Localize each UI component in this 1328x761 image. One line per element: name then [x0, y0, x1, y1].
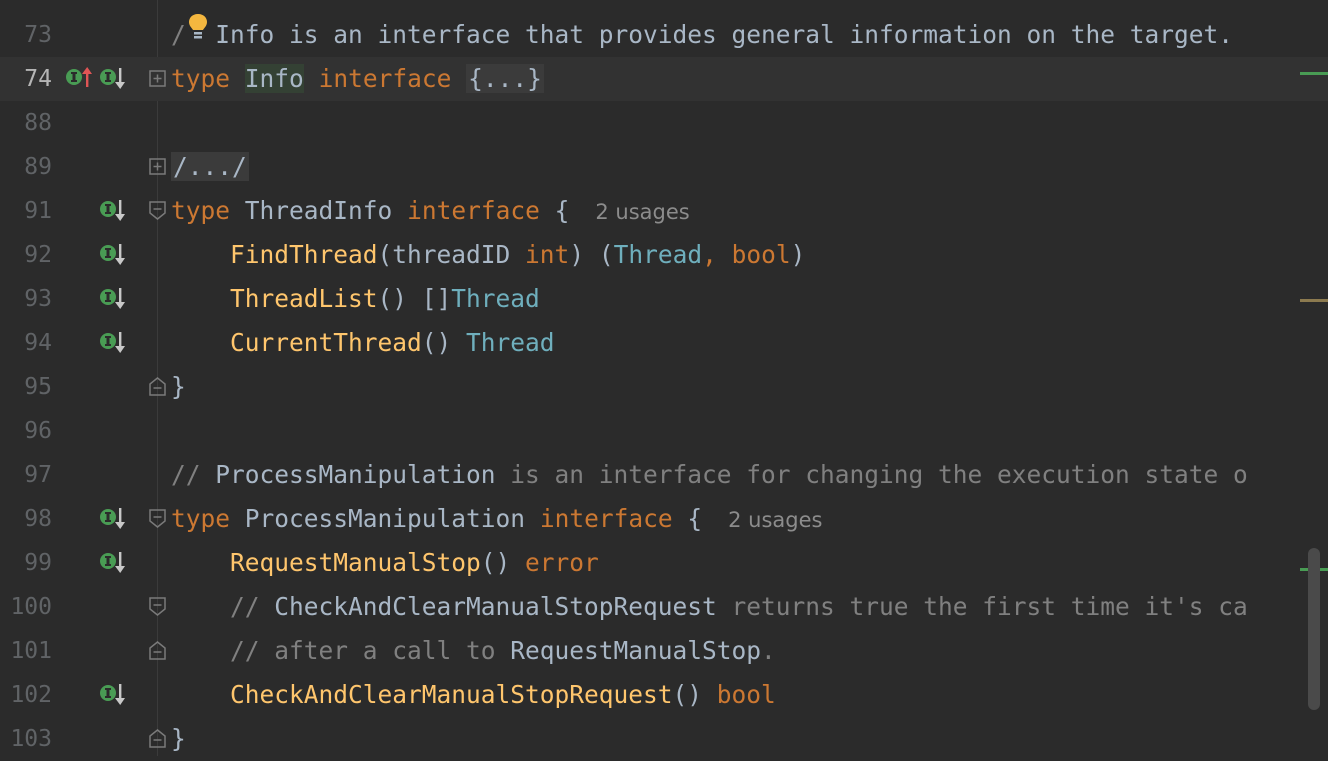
line-number: 100 — [10, 594, 52, 620]
folded-region: /.../ — [171, 152, 249, 181]
code-editor[interactable]: 73 / Info is an interface that provides … — [0, 0, 1328, 756]
code-text[interactable]: } — [171, 717, 186, 761]
code-line-74[interactable]: 74 type Info interface {...} — [0, 57, 1328, 101]
code-line-97[interactable]: 97 // ProcessManipulation is an interfac… — [0, 453, 1328, 497]
code-text[interactable]: // ProcessManipulation is an interface f… — [171, 453, 1248, 497]
code-line-89[interactable]: 89 /.../ — [0, 145, 1328, 189]
code-text[interactable]: type Info interface {...} — [171, 57, 544, 101]
code-line-93[interactable]: 93 ThreadList() []Thread — [0, 277, 1328, 321]
fold-toggle-icon[interactable] — [149, 597, 166, 616]
line-number: 74 — [24, 66, 52, 92]
error-stripe-marker[interactable] — [1300, 299, 1328, 302]
line-number: 94 — [24, 330, 52, 356]
line-number: 102 — [10, 682, 52, 708]
line-number: 95 — [24, 374, 52, 400]
code-line-95[interactable]: 95 } — [0, 365, 1328, 409]
code-line-101[interactable]: 101 // after a call to RequestManualStop… — [0, 629, 1328, 673]
code-text[interactable]: CurrentThread() Thread — [171, 321, 555, 365]
code-line-103[interactable]: 103 } — [0, 717, 1328, 761]
line-number: 96 — [24, 418, 52, 444]
implementing-method-icon[interactable] — [98, 65, 126, 91]
line-number: 97 — [24, 462, 52, 488]
fold-end-icon[interactable] — [149, 641, 166, 660]
line-number: 73 — [24, 22, 52, 48]
implemented-method-icon[interactable] — [98, 681, 126, 707]
fold-end-icon[interactable] — [149, 729, 166, 748]
code-line-102[interactable]: 102 CheckAndClearManualStopRequest() boo… — [0, 673, 1328, 717]
fold-toggle-icon[interactable] — [149, 70, 166, 89]
usages-hint[interactable]: 2 usages — [728, 508, 822, 532]
fold-end-icon[interactable] — [149, 377, 166, 396]
implemented-method-icon[interactable] — [98, 549, 126, 575]
implemented-interface-icon[interactable] — [98, 505, 126, 531]
line-number: 99 — [24, 550, 52, 576]
code-line-96[interactable]: 96 — [0, 409, 1328, 453]
fold-toggle-icon[interactable] — [149, 158, 166, 177]
implemented-method-icon[interactable] — [98, 285, 126, 311]
code-text[interactable]: RequestManualStop() error — [171, 541, 599, 585]
fold-toggle-icon[interactable] — [149, 201, 166, 220]
code-text[interactable]: /.../ — [171, 145, 249, 189]
lightbulb-icon[interactable] — [186, 12, 210, 42]
code-line-88[interactable]: 88 — [0, 101, 1328, 145]
implemented-interface-icon[interactable] — [98, 197, 126, 223]
code-text[interactable]: } — [171, 365, 186, 409]
line-number: 92 — [24, 242, 52, 268]
implemented-method-icon[interactable] — [98, 241, 126, 267]
fold-toggle-icon[interactable] — [149, 509, 166, 528]
code-text[interactable]: // after a call to RequestManualStop. — [171, 629, 776, 673]
code-text[interactable]: / Info is an interface that provides gen… — [171, 13, 1233, 57]
usages-hint[interactable]: 2 usages — [595, 200, 689, 224]
code-line-98[interactable]: 98 type ProcessManipulation interface {2… — [0, 497, 1328, 541]
implemented-method-icon[interactable] — [98, 329, 126, 355]
line-number: 98 — [24, 506, 52, 532]
code-text[interactable]: type ThreadInfo interface {2 usages — [171, 189, 690, 234]
code-line-99[interactable]: 99 RequestManualStop() error — [0, 541, 1328, 585]
code-text[interactable]: ThreadList() []Thread — [171, 277, 540, 321]
line-number: 91 — [24, 198, 52, 224]
line-number: 88 — [24, 110, 52, 136]
vertical-scrollbar[interactable] — [1308, 548, 1320, 710]
code-text[interactable]: CheckAndClearManualStopRequest() bool — [171, 673, 776, 717]
code-line-100[interactable]: 100 // CheckAndClearManualStopRequest re… — [0, 585, 1328, 629]
line-number: 93 — [24, 286, 52, 312]
code-line-94[interactable]: 94 CurrentThread() Thread — [0, 321, 1328, 365]
line-number: 101 — [10, 638, 52, 664]
line-number: 103 — [10, 726, 52, 752]
code-text[interactable]: type ProcessManipulation interface {2 us… — [171, 497, 822, 542]
line-number: 89 — [24, 154, 52, 180]
code-text[interactable]: FindThread(threadID int) (Thread, bool) — [171, 233, 805, 277]
folded-region: {...} — [466, 64, 544, 93]
code-line-91[interactable]: 91 type ThreadInfo interface {2 usages — [0, 189, 1328, 233]
implemented-interface-icon[interactable] — [64, 65, 92, 91]
code-text[interactable]: // CheckAndClearManualStopRequest return… — [171, 585, 1248, 629]
code-line-92[interactable]: 92 FindThread(threadID int) (Thread, boo… — [0, 233, 1328, 277]
error-stripe-marker[interactable] — [1300, 72, 1328, 75]
